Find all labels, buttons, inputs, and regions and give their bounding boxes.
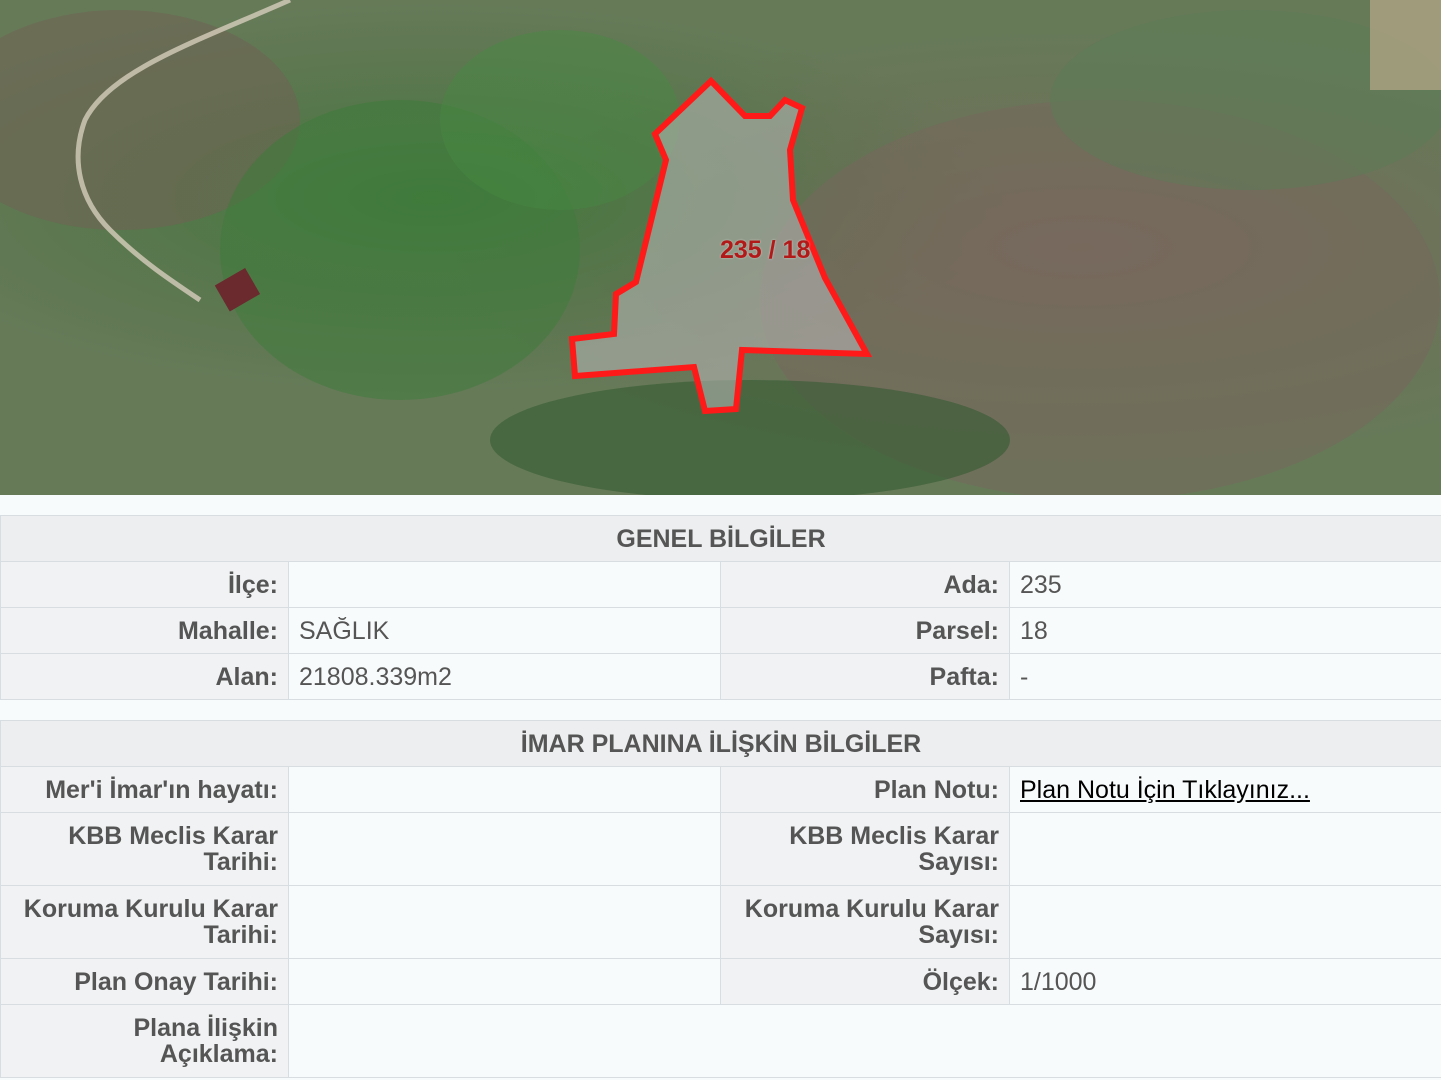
parcel-label: 235 / 18 <box>720 236 811 264</box>
olcek-value: 1/1000 <box>1008 958 1441 1005</box>
table-row: KBB Meclis Karar Tarihi: KBB Meclis Kara… <box>0 812 1441 886</box>
parsel-value: 18 <box>1008 607 1441 654</box>
pafta-value: - <box>1008 653 1441 700</box>
alan-value: 21808.339m2 <box>288 653 721 700</box>
ilce-label: İlçe: <box>0 561 289 608</box>
plan-notu-link[interactable]: Plan Notu İçin Tıklayınız... <box>1020 776 1310 804</box>
parsel-label: Parsel: <box>720 607 1010 654</box>
kbb-karar-tarihi-label: KBB Meclis Karar Tarihi: <box>0 812 289 886</box>
plan-onay-tarihi-value <box>288 958 721 1005</box>
plan-onay-tarihi-label: Plan Onay Tarihi: <box>0 958 289 1005</box>
koruma-karar-sayisi-label: Koruma Kurulu Karar Sayısı: <box>720 885 1010 959</box>
table-row: Mahalle: SAĞLIK Parsel: 18 <box>0 607 1441 654</box>
table-row: Mer'i İmar'ın hayatı: Plan Notu: Plan No… <box>0 766 1441 813</box>
ada-value: 235 <box>1008 561 1441 608</box>
ilce-value <box>288 561 721 608</box>
imar-bilgiler-header: İMAR PLANINA İLİŞKİN BİLGİLER <box>0 720 1441 767</box>
koruma-karar-sayisi-value <box>1008 885 1441 959</box>
plan-notu-cell: Plan Notu İçin Tıklayınız... <box>1008 766 1441 813</box>
table-row: İlçe: Ada: 235 <box>0 561 1441 608</box>
ada-label: Ada: <box>720 561 1010 608</box>
table-row: Plan Onay Tarihi: Ölçek: 1/1000 <box>0 958 1441 1005</box>
plana-iliskin-aciklama-label: Plana İlişkin Açıklama: <box>0 1004 289 1078</box>
plan-notu-label: Plan Notu: <box>720 766 1010 813</box>
genel-bilgiler-header: GENEL BİLGİLER <box>0 515 1441 562</box>
imar-bilgiler-table: İMAR PLANINA İLİŞKİN BİLGİLER Mer'i İmar… <box>0 720 1441 1078</box>
table-row: Plana İlişkin Açıklama: <box>0 1004 1441 1078</box>
kbb-karar-sayisi-label: KBB Meclis Karar Sayısı: <box>720 812 1010 886</box>
meri-imar-label: Mer'i İmar'ın hayatı: <box>0 766 289 813</box>
pafta-label: Pafta: <box>720 653 1010 700</box>
info-panel: GENEL BİLGİLER İlçe: Ada: 235 Mahalle: S… <box>0 495 1441 1080</box>
mahalle-value: SAĞLIK <box>288 607 721 654</box>
alan-label: Alan: <box>0 653 289 700</box>
kbb-karar-tarihi-value <box>288 812 721 886</box>
olcek-label: Ölçek: <box>720 958 1010 1005</box>
table-row: Alan: 21808.339m2 Pafta: - <box>0 653 1441 700</box>
kbb-karar-sayisi-value <box>1008 812 1441 886</box>
mahalle-label: Mahalle: <box>0 607 289 654</box>
table-row: Koruma Kurulu Karar Tarihi: Koruma Kurul… <box>0 885 1441 959</box>
koruma-karar-tarihi-label: Koruma Kurulu Karar Tarihi: <box>0 885 289 959</box>
meri-imar-value <box>288 766 721 813</box>
koruma-karar-tarihi-value <box>288 885 721 959</box>
satellite-map[interactable]: 235 / 18 <box>0 0 1441 495</box>
genel-bilgiler-table: GENEL BİLGİLER İlçe: Ada: 235 Mahalle: S… <box>0 515 1441 700</box>
plana-iliskin-aciklama-value <box>287 1004 1441 1078</box>
